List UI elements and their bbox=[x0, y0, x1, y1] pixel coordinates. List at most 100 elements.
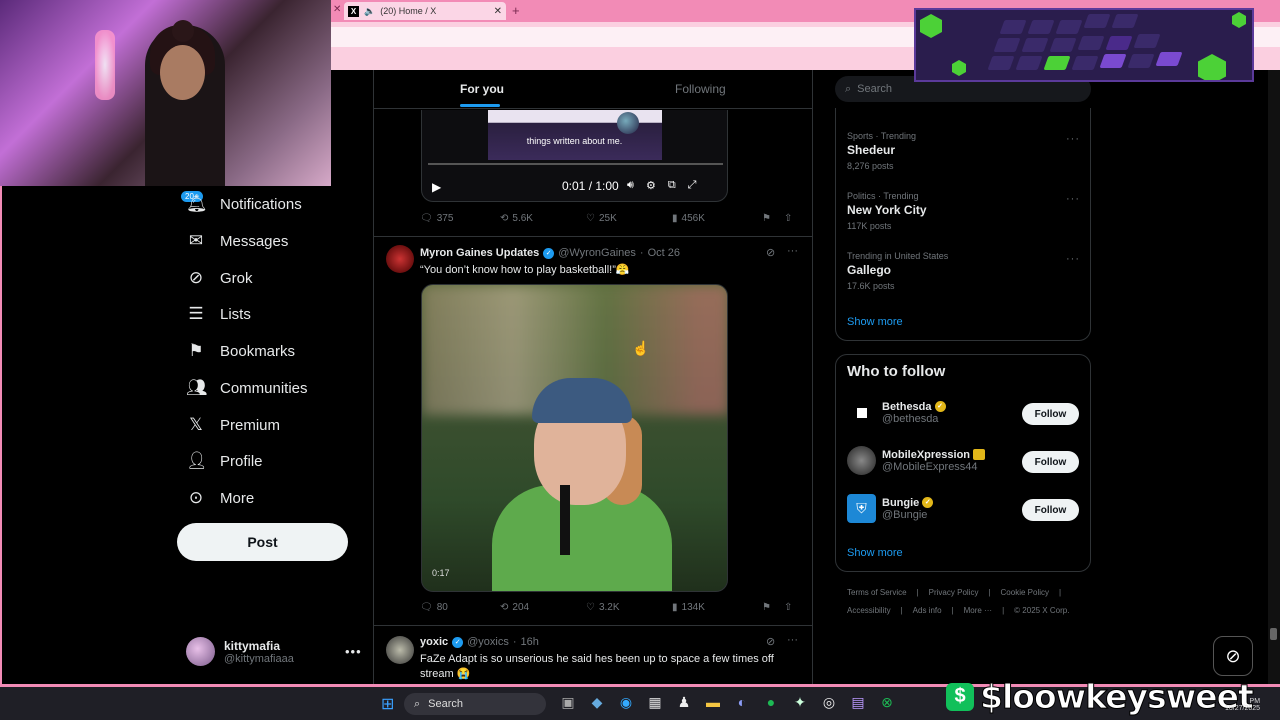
tab-for-you[interactable]: For you bbox=[460, 82, 504, 96]
video-player[interactable]: things written about me. ▶ 0:01 / 1:00 🔊… bbox=[421, 110, 728, 202]
close-tab-icon[interactable]: ✕ bbox=[494, 6, 502, 17]
steam-icon[interactable]: ✦ bbox=[792, 694, 808, 711]
bookmark-button[interactable]: ⚑ bbox=[762, 213, 784, 224]
spotify-icon[interactable]: ● bbox=[763, 694, 779, 711]
like-button[interactable]: ♡ 25K bbox=[586, 213, 672, 224]
repost-button[interactable]: ⟲ 5.6K bbox=[500, 213, 586, 224]
nav-premium[interactable]: 𝕏 Premium bbox=[186, 413, 280, 437]
trends-show-more-link[interactable]: Show more bbox=[847, 316, 903, 328]
copilot-icon[interactable]: ◆ bbox=[589, 694, 605, 711]
post-time[interactable]: Oct 26 bbox=[648, 247, 680, 259]
footer-link[interactable]: More ··· bbox=[964, 606, 992, 615]
trend-more-icon[interactable]: ··· bbox=[1066, 133, 1080, 145]
post-button[interactable]: Post bbox=[177, 523, 348, 561]
play-icon[interactable]: ▶ bbox=[432, 180, 441, 194]
chart-icon: ▮ bbox=[672, 602, 678, 613]
store-icon[interactable]: ▦ bbox=[647, 694, 663, 711]
close-window-icon[interactable]: ✕ bbox=[333, 4, 341, 15]
nav-label: Notifications bbox=[220, 195, 302, 213]
grok-post-icon[interactable]: ⊘ bbox=[766, 246, 775, 259]
microphone bbox=[560, 485, 570, 555]
follow-suggestion[interactable]: Bethesda ✓ @bethesda bbox=[847, 398, 946, 427]
trend-more-icon[interactable]: ··· bbox=[1066, 193, 1080, 205]
follow-button[interactable]: Follow bbox=[1022, 499, 1079, 521]
post-time[interactable]: 16h bbox=[521, 636, 539, 648]
bookmark-button[interactable]: ⚑ bbox=[762, 602, 784, 613]
follow-suggestion[interactable]: MobileXpression @MobileExpress44 bbox=[847, 446, 986, 475]
edge-browser-icon[interactable]: ◉ bbox=[618, 694, 634, 711]
reply-button[interactable]: 🗨︎ 80 bbox=[420, 602, 500, 613]
task-view-icon[interactable]: ▣ bbox=[560, 694, 576, 711]
envelope-icon: ✉ bbox=[188, 231, 204, 250]
trend-more-icon[interactable]: ··· bbox=[1066, 253, 1080, 265]
author-handle[interactable]: @WyronGaines bbox=[558, 247, 636, 259]
share-icon[interactable]: ⇧ bbox=[784, 602, 792, 613]
author-handle[interactable]: @yoxics bbox=[467, 636, 509, 648]
follow-button[interactable]: Follow bbox=[1022, 403, 1079, 425]
nav-notifications[interactable]: 🔔︎ Notifications bbox=[186, 192, 302, 216]
share-icon[interactable]: ⇧ bbox=[784, 213, 792, 224]
tab-following[interactable]: Following bbox=[675, 82, 726, 96]
follow-show-more-link[interactable]: Show more bbox=[847, 547, 903, 559]
new-tab-button[interactable]: + bbox=[512, 3, 520, 18]
nav-bookmarks[interactable]: ⚑ Bookmarks bbox=[186, 339, 295, 363]
avatar[interactable] bbox=[386, 245, 414, 273]
fullscreen-icon[interactable]: ⤢ bbox=[688, 179, 697, 192]
follow-suggestion[interactable]: ⛨ Bungie ✓ @Bungie bbox=[847, 494, 934, 523]
nav-messages[interactable]: ✉ Messages bbox=[186, 229, 289, 253]
scrollbar-thumb[interactable] bbox=[1270, 628, 1277, 640]
reply-button[interactable]: 🗨︎ 375 bbox=[420, 213, 500, 224]
file-explorer-icon[interactable]: ▬ bbox=[705, 694, 721, 711]
account-more-icon[interactable]: ••• bbox=[345, 644, 362, 659]
footer-link[interactable]: Privacy Policy bbox=[929, 588, 979, 597]
game-tile bbox=[1021, 38, 1049, 52]
mute-tab-icon[interactable]: 🔈 bbox=[364, 6, 375, 17]
x-logo-icon: 𝕏 bbox=[189, 415, 203, 434]
post-video[interactable]: 0:17 bbox=[421, 284, 728, 592]
like-button[interactable]: ♡ 3.2K bbox=[586, 602, 672, 613]
webcam-overlay bbox=[0, 0, 331, 186]
taskbar-search[interactable]: ⌕ Search bbox=[404, 693, 546, 715]
search-icon: ⌕ bbox=[414, 697, 421, 710]
author-name[interactable]: yoxic bbox=[420, 636, 448, 648]
footer-link[interactable]: Terms of Service bbox=[847, 588, 907, 597]
author-name[interactable]: Myron Gaines Updates bbox=[420, 247, 539, 259]
xbox-icon[interactable]: ⊗ bbox=[879, 694, 895, 711]
nav-more[interactable]: ⊙ More bbox=[186, 486, 254, 510]
trend-item[interactable]: Trending in United States Gallego 17.6K … bbox=[847, 251, 948, 291]
settings-gear-icon[interactable]: ⚙ bbox=[646, 179, 656, 192]
nav-communities[interactable]: 👥︎ Communities bbox=[186, 376, 308, 400]
post-more-icon[interactable]: ··· bbox=[787, 634, 798, 646]
trend-item[interactable]: Politics · Trending New York City 117K p… bbox=[847, 191, 927, 231]
system-clock[interactable]: PM 10/27/2025 bbox=[1225, 698, 1260, 712]
nav-grok[interactable]: ⊘ Grok bbox=[186, 266, 253, 290]
grok-post-icon[interactable]: ⊘ bbox=[766, 635, 775, 648]
volume-icon[interactable]: 🔊︎ bbox=[627, 179, 634, 192]
views-button[interactable]: ▮ 456K bbox=[672, 213, 762, 224]
trend-item[interactable]: Sports · Trending Shedeur 8,276 posts bbox=[847, 131, 916, 171]
video-progress-bar[interactable] bbox=[428, 163, 723, 165]
discord-icon[interactable]: ◐ bbox=[734, 694, 750, 711]
streamer-tag: $loowkeysweet bbox=[980, 677, 1255, 717]
account-switcher[interactable]: kittymafia @kittymafiaaa bbox=[186, 637, 294, 666]
repost-button[interactable]: ⟲ 204 bbox=[500, 602, 586, 613]
windows-start-icon[interactable]: ⊞ bbox=[381, 694, 394, 714]
follow-button[interactable]: Follow bbox=[1022, 451, 1079, 473]
nav-lists[interactable]: ☰ Lists bbox=[186, 302, 250, 326]
pin-icon[interactable]: ♟ bbox=[676, 694, 692, 711]
browser-tab[interactable]: X 🔈 (20) Home / X ✕ bbox=[344, 2, 506, 20]
pip-icon[interactable]: ⧉ bbox=[668, 179, 676, 192]
avatar[interactable] bbox=[386, 636, 414, 664]
views-button[interactable]: ▮ 134K bbox=[672, 602, 762, 613]
footer-link[interactable]: Accessibility bbox=[847, 606, 891, 615]
footer-link[interactable]: Ads info bbox=[913, 606, 942, 615]
grok-chat-button[interactable]: ⊘ bbox=[1213, 636, 1253, 676]
obs-icon[interactable]: ◎ bbox=[821, 694, 837, 711]
repost-icon: ⟲ bbox=[500, 602, 509, 613]
nav-profile[interactable]: 👤︎ Profile bbox=[186, 449, 263, 473]
footer-link[interactable]: Cookie Policy bbox=[1001, 588, 1049, 597]
twitch-icon[interactable]: ▤ bbox=[850, 694, 866, 711]
post-more-icon[interactable]: ··· bbox=[787, 245, 798, 257]
scrollbar[interactable] bbox=[1268, 70, 1280, 686]
clock-time: PM bbox=[1249, 698, 1261, 705]
